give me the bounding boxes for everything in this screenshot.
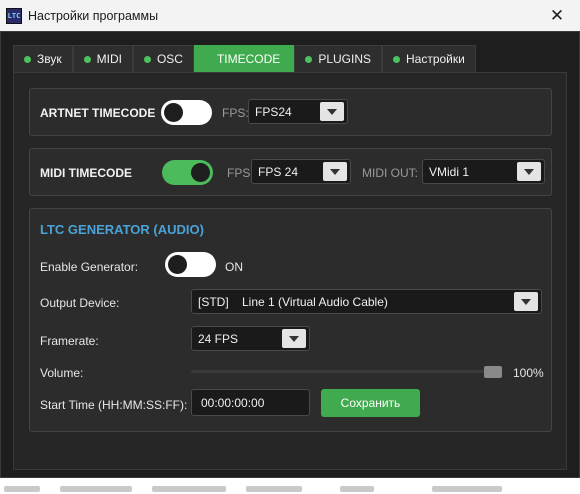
close-icon: ✕: [549, 5, 565, 25]
tab-timecode[interactable]: TIMECODE: [193, 45, 295, 72]
settings-window: Звук MIDI OSC TIMECODE PLUGINS Настройки…: [0, 31, 580, 478]
chevron-down-icon: [517, 162, 541, 181]
tab-label: MIDI: [96, 52, 122, 66]
blurred-text: [340, 486, 374, 492]
app-icon: LTC: [6, 7, 22, 24]
tab-plugins[interactable]: PLUGINS: [294, 45, 382, 72]
save-button-label: Сохранить: [340, 396, 401, 410]
midi-timecode-label: MIDI TIMECODE: [40, 166, 132, 180]
select-value: 24 FPS: [198, 331, 239, 346]
tab-sound[interactable]: Звук: [13, 45, 73, 72]
artnet-label: ARTNET TIMECODE: [40, 106, 156, 120]
tab-label: Настройки: [406, 52, 465, 66]
save-button[interactable]: Сохранить: [321, 389, 420, 417]
background-strip: [0, 478, 580, 494]
start-time-input[interactable]: 00:00:00:00: [191, 389, 310, 416]
status-dot-icon: [143, 55, 151, 63]
framerate-label: Framerate:: [40, 334, 99, 348]
artnet-panel: ARTNET TIMECODE FPS: FPS24: [29, 88, 552, 136]
blurred-text: [432, 486, 502, 492]
volume-slider-thumb[interactable]: [484, 366, 502, 378]
select-value: [STD] Line 1 (Virtual Audio Cable): [198, 294, 388, 309]
chevron-down-icon: [282, 329, 306, 348]
close-button[interactable]: ✕: [534, 0, 580, 31]
volume-slider[interactable]: [191, 370, 502, 373]
title-bar: LTC Настройки программы ✕: [0, 0, 580, 31]
timecode-tab-content: ARTNET TIMECODE FPS: FPS24 MIDI TIMECODE…: [13, 72, 567, 470]
framerate-select[interactable]: 24 FPS: [191, 326, 310, 351]
midi-out-select[interactable]: VMidi 1: [422, 159, 545, 184]
select-value: FPS24: [255, 104, 292, 119]
artnet-toggle[interactable]: [161, 100, 212, 125]
midi-timecode-toggle[interactable]: [162, 160, 213, 185]
select-value: VMidi 1: [429, 164, 470, 179]
tab-bar: Звук MIDI OSC TIMECODE PLUGINS Настройки: [13, 45, 476, 72]
artnet-fps-label: FPS:: [222, 106, 249, 120]
volume-value: 100%: [513, 366, 544, 380]
status-dot-icon: [305, 55, 313, 63]
generator-state-text: ON: [225, 260, 243, 274]
toggle-knob: [164, 103, 183, 122]
status-dot-icon: [24, 55, 31, 63]
window-title: Настройки программы: [28, 8, 159, 23]
select-value: FPS 24: [258, 164, 299, 179]
tab-osc[interactable]: OSC: [132, 45, 194, 72]
tab-label: PLUGINS: [318, 52, 371, 66]
chevron-down-icon: [323, 162, 347, 181]
volume-label: Volume:: [40, 366, 84, 380]
artnet-fps-select[interactable]: FPS24: [248, 99, 348, 124]
input-value: 00:00:00:00: [201, 395, 265, 410]
chevron-down-icon: [320, 102, 344, 121]
toggle-knob: [168, 255, 187, 274]
tab-label: Звук: [37, 52, 62, 66]
midi-out-label: MIDI OUT:: [362, 166, 418, 180]
status-dot-icon: [83, 55, 91, 63]
tab-label: TIMECODE: [216, 52, 281, 66]
blurred-text: [246, 486, 302, 492]
blurred-text: [152, 486, 226, 492]
output-device-label: Output Device:: [40, 296, 120, 310]
blurred-text: [60, 486, 132, 492]
output-device-select[interactable]: [STD] Line 1 (Virtual Audio Cable): [191, 289, 542, 314]
enable-generator-toggle[interactable]: [165, 252, 216, 277]
midi-fps-label: FPS:: [227, 166, 254, 180]
tab-settings[interactable]: Настройки: [382, 45, 476, 72]
midi-timecode-panel: MIDI TIMECODE FPS: FPS 24 MIDI OUT: VMid…: [29, 148, 552, 196]
ltc-section-title: LTC GENERATOR (AUDIO): [40, 222, 204, 237]
midi-fps-select[interactable]: FPS 24: [251, 159, 351, 184]
chevron-down-icon: [514, 292, 538, 311]
status-dot-icon: [393, 55, 400, 63]
tab-label: OSC: [156, 52, 183, 66]
start-time-label: Start Time (HH:MM:SS:FF):: [40, 398, 188, 412]
blurred-text: [4, 486, 40, 492]
enable-generator-label: Enable Generator:: [40, 260, 139, 274]
tab-midi[interactable]: MIDI: [72, 45, 133, 72]
ltc-generator-panel: LTC GENERATOR (AUDIO) Enable Generator: …: [29, 208, 552, 432]
toggle-knob: [191, 163, 210, 182]
